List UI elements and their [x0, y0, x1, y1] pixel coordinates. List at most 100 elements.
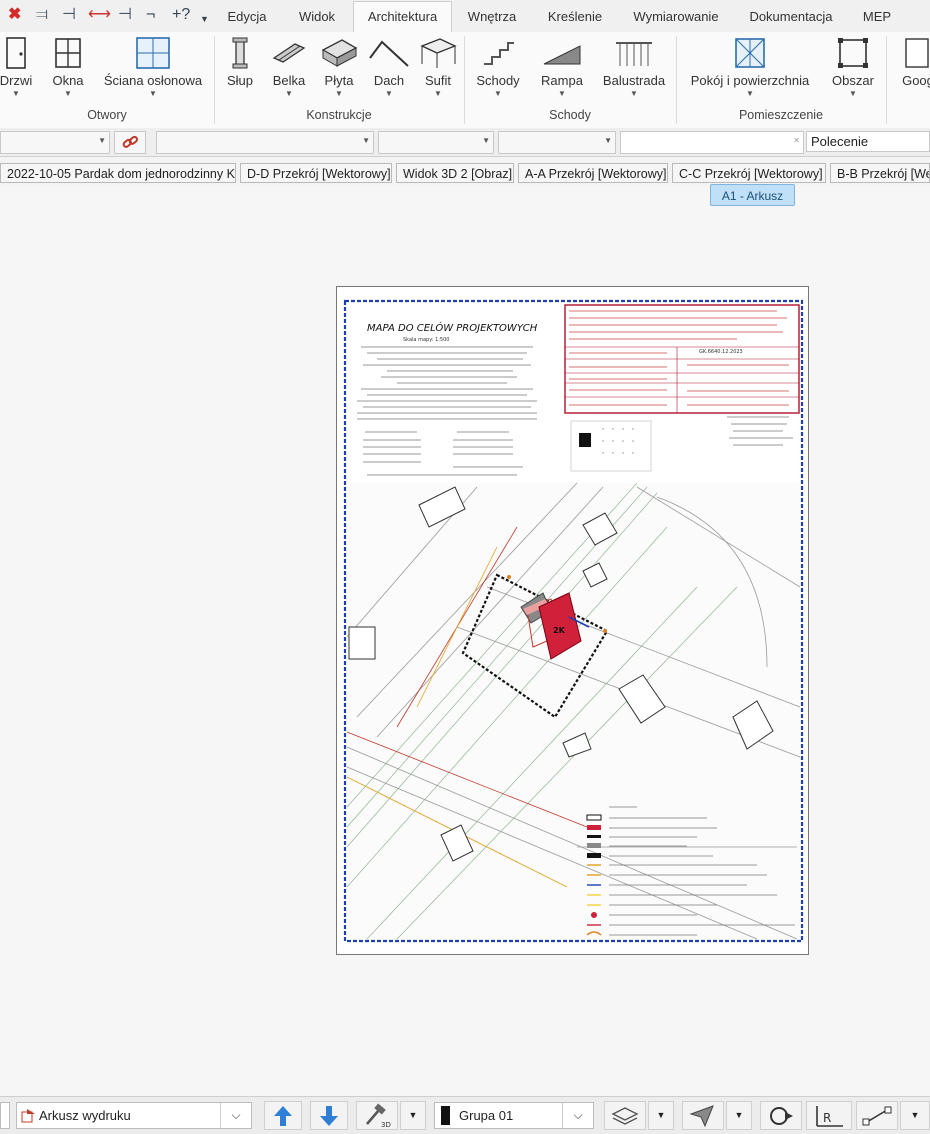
left-scroll-stub[interactable]: [0, 1102, 10, 1129]
doc-tab[interactable]: Widok 3D 2 [Obraz]: [396, 163, 514, 183]
tab-architektura[interactable]: Architektura: [353, 1, 452, 33]
window-label: Okna: [52, 73, 84, 88]
orbit-button[interactable]: [760, 1101, 802, 1130]
property-dropdown-1[interactable]: ▼: [0, 131, 110, 154]
area-label: Obszar: [832, 73, 874, 88]
corner-icon[interactable]: ¬: [146, 5, 155, 25]
snap-button[interactable]: [682, 1101, 724, 1130]
plus-question-icon[interactable]: +?: [172, 5, 190, 25]
link-button[interactable]: [114, 131, 146, 154]
group-label-schody: Schody: [549, 108, 591, 122]
3d-hammer-button[interactable]: 3D: [356, 1101, 398, 1130]
line-tool-dropdown[interactable]: ▼: [900, 1101, 930, 1130]
property-dropdown-3[interactable]: ▼: [378, 131, 494, 154]
area-button[interactable]: Obszar ▼: [826, 34, 880, 98]
stairs-icon: [484, 42, 514, 65]
column-button[interactable]: Słup: [222, 34, 258, 96]
move-down-button[interactable]: [310, 1101, 348, 1130]
group-label-konstrukcje: Konstrukcje: [306, 108, 372, 122]
window-button[interactable]: Okna ▼: [46, 34, 90, 98]
tab-wnetrza[interactable]: Wnętrza: [458, 2, 526, 31]
door-label: Drzwi: [0, 73, 33, 88]
area-icon: [838, 38, 868, 68]
command-field[interactable]: Polecenie: [806, 131, 930, 152]
tab-edycja[interactable]: Edycja: [218, 2, 276, 31]
arrow-up-icon: [274, 1106, 292, 1126]
tab-mep[interactable]: MEP: [854, 2, 900, 31]
room-area-label: Pokój i powierzchnia: [690, 73, 810, 88]
slab-button[interactable]: Płyta ▼: [318, 34, 360, 98]
door-button[interactable]: Drzwi ▼: [0, 34, 34, 98]
tab-dokumentacja[interactable]: Dokumentacja: [742, 2, 840, 31]
link-icon: [122, 135, 138, 148]
door-icon: [6, 37, 26, 69]
layout-icon: [21, 1109, 35, 1123]
doc-tab[interactable]: 2022-10-05 Pardak dom jednorodzinny KC: [0, 163, 236, 183]
group-label-otwory: Otwory: [87, 108, 127, 122]
layers-button[interactable]: [604, 1101, 646, 1130]
doc-tab[interactable]: C-C Przekrój [Wektorowy]: [672, 163, 826, 183]
curtain-wall-label: Ściana osłonowa: [103, 73, 203, 88]
close-icon[interactable]: ✖: [8, 5, 21, 25]
google-icon: [905, 38, 929, 68]
doc-tab[interactable]: D-D Przekrój [Wektorowy]: [240, 163, 392, 183]
svg-text:3D: 3D: [381, 1121, 391, 1129]
tab-widok[interactable]: Widok: [286, 2, 348, 31]
arrow-down-icon: [320, 1106, 338, 1126]
layers-dropdown[interactable]: ▼: [648, 1101, 674, 1130]
join-icon[interactable]: ⊣: [118, 5, 132, 25]
layout-select[interactable]: Arkusz wydruku ⌵: [16, 1102, 252, 1129]
roof-button[interactable]: Dach ▼: [366, 34, 412, 98]
coordinate-axes-icon: R: [816, 1106, 843, 1127]
move-up-button[interactable]: [264, 1101, 302, 1130]
ribbon: Drzwi ▼ Okna ▼ Ściana osłonowa ▼ Otwory Słu…: [0, 32, 930, 129]
curtain-wall-button[interactable]: Ściana osłonowa ▼: [100, 34, 206, 98]
quick-access-menu-icon[interactable]: ▼: [200, 9, 209, 29]
sheet-tab-button[interactable]: A1 - Arkusz: [710, 184, 795, 206]
ceiling-icon: [420, 38, 457, 68]
property-dropdown-4[interactable]: ▼: [498, 131, 616, 154]
doc-tab[interactable]: B-B Przekrój [Wek: [830, 163, 930, 183]
dimension-icon[interactable]: ⟷: [88, 5, 111, 25]
ceiling-label: Sufit: [424, 73, 451, 88]
line-nodes-icon: [862, 1106, 892, 1126]
beam-button[interactable]: Belka ▼: [268, 34, 310, 98]
ceiling-button[interactable]: Sufit ▼: [416, 34, 460, 98]
hammer-dropdown[interactable]: ▼: [400, 1101, 426, 1130]
group-select[interactable]: Grupa 01 ⌵: [434, 1102, 594, 1129]
snap-dropdown[interactable]: ▼: [726, 1101, 752, 1130]
cursor-snap-icon: [689, 1105, 714, 1128]
svg-text:R: R: [823, 1111, 831, 1125]
google-button[interactable]: Goog: [898, 34, 930, 96]
chevron-down-icon[interactable]: ⌵: [220, 1103, 251, 1128]
beam-label: Belka: [272, 73, 306, 88]
menu-tab-bar: ✖ ⫤ ⊣ ⟷ ⊣ ¬ +? ▼ Edycja Widok Architektu…: [0, 0, 930, 33]
doc-tab[interactable]: A-A Przekrój [Wektorowy]: [518, 163, 668, 183]
map-scale: Skala mapy: 1:500: [403, 337, 449, 343]
wall-tool-icon[interactable]: ⫤: [36, 5, 48, 25]
line-tool-button[interactable]: [856, 1101, 898, 1130]
group-label-pomieszczenie: Pomieszczenie: [738, 108, 824, 122]
tab-kreslenie[interactable]: Kreślenie: [540, 2, 610, 31]
print-sheet[interactable]: MAPA DO CELÓW PROJEKTOWYCH Skala mapy: 1…: [336, 286, 809, 955]
roof-label: Dach: [373, 73, 405, 88]
roof-icon: [369, 40, 409, 67]
stairs-button[interactable]: Schody ▼: [472, 34, 524, 98]
ramp-button[interactable]: Rampa ▼: [536, 34, 588, 98]
chevron-down-icon[interactable]: ⌵: [562, 1103, 593, 1128]
plot-label: 2K: [553, 626, 566, 635]
map-title: MAPA DO CELÓW PROJEKTOWYCH: [367, 321, 538, 334]
google-label: Goog: [902, 73, 930, 88]
relative-coords-button[interactable]: R: [806, 1101, 852, 1130]
room-area-button[interactable]: Pokój i powierzchnia ▼: [686, 34, 814, 98]
beam-icon: [272, 43, 306, 63]
property-input[interactable]: ✕: [620, 131, 804, 154]
ramp-label: Rampa: [541, 73, 583, 88]
railing-button[interactable]: Balustrada ▼: [600, 34, 668, 98]
column-label: Słup: [226, 73, 254, 88]
railing-icon: [616, 42, 652, 66]
tab-wymiarowanie[interactable]: Wymiarowanie: [624, 2, 728, 31]
wall-end-icon[interactable]: ⊣: [62, 5, 76, 25]
property-bar: ▼ ▼ ▼ ▼ ✕ Polecenie: [0, 128, 930, 157]
property-dropdown-2[interactable]: ▼: [156, 131, 374, 154]
